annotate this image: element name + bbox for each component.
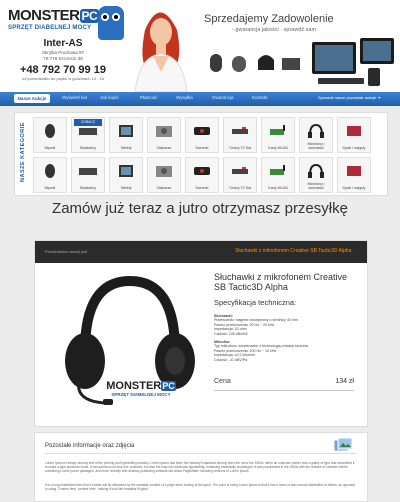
product-title: Słuchawki z mikrofonem Creative SB Tacti… — [214, 272, 348, 292]
category-tv-tuners[interactable]: Tunery TV Sat — [223, 117, 257, 153]
nav-item[interactable]: Płatność — [140, 95, 157, 100]
description-paragraph: Lorem Ipsum is simply dummy text of the … — [45, 461, 355, 474]
divider — [214, 390, 354, 391]
more-info-title: Pozostałe informacje oraz zdjęcia — [45, 443, 135, 449]
wlan-card-icon — [270, 125, 285, 135]
category-keyboards[interactable]: Klawiatury — [71, 157, 105, 193]
category-mice[interactable]: Myszki — [33, 117, 67, 153]
category-psu[interactable]: Zasilacze — [147, 157, 181, 193]
address-line: Skrytka Pocztowa 97 — [41, 50, 85, 55]
spec-group-label: Mikrofon: — [214, 340, 231, 345]
site-header: MONSTER PC SPRZĘT DIABELNEJ MOCY Inter-AS… — [0, 0, 400, 92]
more-info-panel: Pozostałe informacje oraz zdjęcia Lorem … — [34, 432, 368, 502]
category-tv-tuners[interactable]: Tunery TV Sat — [223, 157, 257, 193]
headset-icon — [308, 163, 324, 178]
address-line: 70-776 Szczecin 38 — [43, 56, 83, 61]
slogan: Sprzedajemy Zadowolenie — [204, 13, 334, 25]
nav-item-active[interactable]: Nasze Aukcje — [14, 94, 50, 103]
divider — [45, 453, 357, 454]
category-wlan[interactable]: Karty WLAN — [261, 157, 295, 193]
price-value: 134 zł — [335, 378, 354, 385]
nav-item[interactable]: Kontakt — [252, 95, 267, 100]
company-info: Inter-AS Skrytka Pocztowa 97 70-776 Szcz… — [8, 38, 118, 81]
promo-headline: Zamów już teraz a jutro otrzymasz przesy… — [52, 200, 348, 217]
product-panel-header: Przedmiotem aukcji jest Słuchawki z mikr… — [35, 241, 367, 263]
category-headsets[interactable]: Mikrofony i słuchawki — [299, 157, 333, 193]
logo-tagline: SPRZĘT DIABELNEJ MOCY — [8, 25, 92, 31]
tablet-icon — [119, 165, 133, 177]
main-nav: Nasze Aukcje Wyświetl kat Jak kupić Płat… — [0, 92, 400, 106]
company-name: Inter-AS — [43, 38, 83, 49]
price-label: Cena — [214, 378, 231, 385]
keyboard-icon — [79, 168, 97, 175]
phone-hours: od poniedziałku do piątku w godzinach 10… — [21, 76, 105, 81]
logo-text: MONSTER — [8, 7, 80, 24]
drive-icon — [347, 166, 361, 176]
spec-title: Specyfikacja techniczna: — [214, 298, 297, 307]
drive-icon — [347, 126, 361, 136]
webcam-icon — [194, 167, 210, 175]
logo[interactable]: MONSTER PC SPRZĘT DIABELNEJ MOCY — [8, 8, 100, 31]
webcam-icon — [194, 127, 210, 135]
auction-subject-label: Przedmiotem aukcji jest — [45, 249, 88, 254]
tablet-icon — [119, 125, 133, 137]
photos-icon — [333, 437, 353, 452]
model-photo — [125, 0, 195, 92]
nav-item[interactable]: Gwarancja — [212, 95, 234, 100]
categories-label: NASZE KATEGORIE — [20, 122, 26, 182]
description-paragraph: It is a long established fact that a rea… — [45, 483, 356, 492]
product-watermark-logo: MONSTERPC SPRZĘT DIABELNEJ MOCY — [106, 380, 176, 397]
category-tablets[interactable]: Tablety — [109, 117, 143, 153]
mouse-icon — [45, 164, 55, 178]
phone-number[interactable]: +48 792 70 99 19 — [8, 64, 118, 76]
category-mice[interactable]: Myszki — [33, 157, 67, 193]
auction-subject-name: Słuchawki z mikrofonem Creative SB Tacti… — [235, 248, 352, 254]
nav-item[interactable]: Jak kupić — [100, 95, 119, 100]
category-drives[interactable]: Dyski i napędy — [337, 157, 371, 193]
category-psu[interactable]: Zasilacze — [147, 117, 181, 153]
power-supply-icon — [156, 126, 172, 137]
headset-icon — [308, 123, 324, 138]
category-webcams[interactable]: Kamerki — [185, 157, 219, 193]
nav-item[interactable]: Wyświetl kat — [62, 95, 87, 100]
spec-line: Czułość: -41 dBV/Pa — [214, 357, 248, 362]
products-banner — [210, 38, 394, 86]
category-wlan[interactable]: Karty WLAN — [261, 117, 295, 153]
wlan-card-icon — [270, 165, 285, 175]
mascot-icon — [98, 6, 124, 40]
category-headsets[interactable]: Mikrofony i słuchawki — [299, 117, 333, 153]
see-badge: ZOBACZ — [74, 119, 102, 126]
logo-pc-badge: PC — [79, 9, 100, 23]
category-webcams[interactable]: Kamerki — [185, 117, 219, 153]
categories-panel: NASZE KATEGORIE Myszki Klawiatury ZOBACZ … — [14, 112, 388, 196]
tv-tuner-icon — [232, 167, 248, 174]
spec-group-label: Słuchawki: — [214, 314, 233, 318]
power-supply-icon — [156, 166, 172, 177]
other-auctions-link[interactable]: Sprawdź nasze pozostałe aukcje ➜ — [318, 95, 381, 100]
tv-tuner-icon — [232, 127, 248, 134]
price-row: Cena 134 zł — [214, 378, 354, 388]
category-drives[interactable]: Dyski i napędy — [337, 117, 371, 153]
category-tablets[interactable]: Tablety — [109, 157, 143, 193]
category-keyboards[interactable]: Klawiatury ZOBACZ — [71, 117, 105, 153]
spec-details: Słuchawki: Przetworniki: magnes neodymow… — [214, 314, 354, 362]
subslogan: - gwarancja jakości · sprawdź sam — [232, 27, 317, 33]
mouse-icon — [45, 124, 55, 138]
nav-item[interactable]: Wysyłka — [176, 95, 193, 100]
